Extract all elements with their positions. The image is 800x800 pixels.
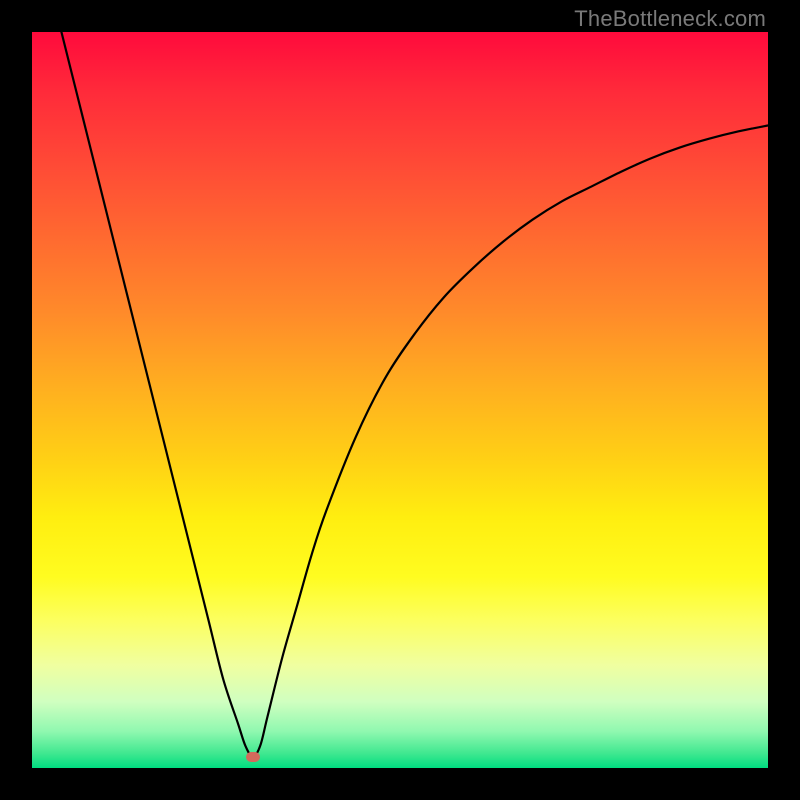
- plot-area-gradient: [32, 32, 768, 768]
- optimal-point-marker: [246, 752, 260, 762]
- watermark-text: TheBottleneck.com: [574, 6, 766, 32]
- chart-frame: TheBottleneck.com: [0, 0, 800, 800]
